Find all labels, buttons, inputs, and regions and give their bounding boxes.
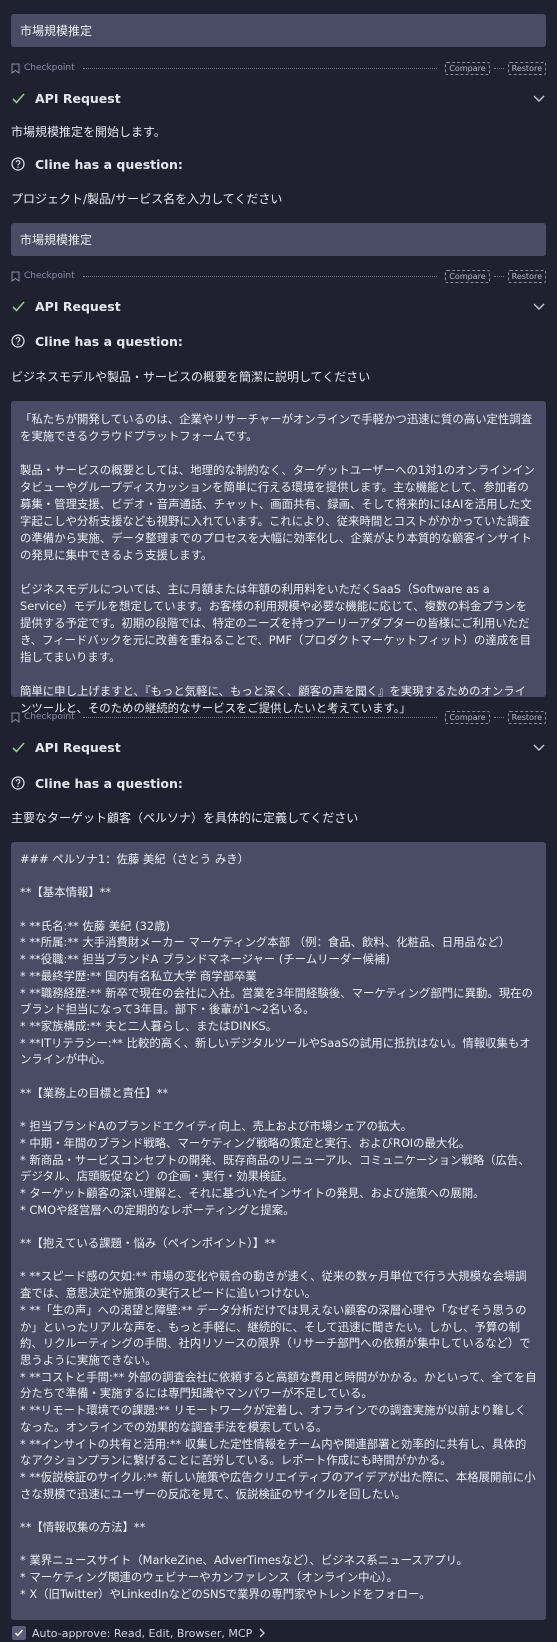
answer-line	[20, 868, 537, 885]
user-message: 市場規模推定	[11, 14, 546, 47]
bookmark-icon	[11, 63, 20, 74]
question-header: Cline has a question:	[11, 155, 546, 173]
question-icon	[11, 334, 25, 348]
restore-button[interactable]: Restore	[507, 61, 546, 75]
user-message-text: 市場規模推定	[20, 233, 93, 247]
answer-line	[20, 1102, 537, 1119]
answer-line: * **スピード感の欠如:** 市場の変化や競合の動きが速く、従来の数ヶ月単位で…	[20, 1269, 527, 1301]
checkpoint-row: Checkpoint Compare Restore	[11, 269, 546, 283]
question-text: 主要なターゲット顧客（ペルソナ）を具体的に定義してください	[11, 811, 359, 825]
answer-line: * **ITリテラシー:** 比較的高く、新しいデジタルツールやSaaSの試用に…	[20, 1035, 531, 1067]
checkpoint-divider	[493, 275, 504, 277]
answer-line: * **インサイトの共有と活用:** 収集した定性情報をチーム内や関連部署と効率…	[20, 1436, 527, 1468]
check-icon	[12, 741, 25, 753]
answer-line: * **所属:** 大手消費財メーカー マーケティング本部 （例：食品、飲料、化…	[20, 935, 511, 950]
checkpoint-row: Checkpoint Compare Restore	[11, 710, 546, 724]
auto-approve-checkbox[interactable]	[12, 1626, 26, 1640]
compare-button[interactable]: Compare	[445, 269, 490, 283]
checkpoint-divider	[493, 716, 504, 718]
api-request-row[interactable]: API Request	[11, 738, 546, 756]
answer-line: * CMOや経営層への定期的なレポーティングと提案。	[20, 1202, 295, 1217]
checkpoint-divider	[82, 275, 438, 277]
answer-line: **【業務上の目標と責任】**	[20, 1085, 169, 1100]
answer-line	[20, 1502, 537, 1519]
chevron-down-icon[interactable]	[532, 91, 546, 105]
question-text: プロジェクト/製品/サービス名を入力してください	[11, 192, 283, 206]
answer-line: * **役職:** 担当ブランドA ブランドマネージャー (チームリーダー候補)	[20, 952, 390, 967]
chevron-down-icon[interactable]	[532, 299, 546, 313]
compare-button[interactable]: Compare	[445, 710, 490, 724]
answer-line	[20, 901, 537, 918]
answer-line: * **「生の声」への渇望と障壁:** データ分析だけでは見えない顧客の深層心理…	[20, 1302, 531, 1367]
answer-line: **【情報収集の方法】**	[20, 1520, 146, 1535]
answer-line	[20, 1068, 537, 1085]
answer-line: * 業界ニュースサイト（MarkeZine、AdverTimesなど）、ビジネス…	[20, 1553, 468, 1568]
api-request-label: API Request	[35, 90, 121, 106]
answer-paragraph: ビジネスモデルについては、主に月額または年額の利用料をいただくSaaS（Soft…	[20, 582, 531, 664]
question-icon	[11, 776, 25, 790]
checkpoint-divider	[493, 67, 504, 69]
answer-line: ### ペルソナ1：佐藤 美紀（さとう みき）	[20, 852, 249, 866]
answer-line: * **氏名:** 佐藤 美紀 (32歳)	[20, 918, 170, 933]
answer-paragraph: 製品・サービスの概要としては、地理的な制約なく、ターゲットユーザーへの1対1のオ…	[20, 463, 535, 562]
bookmark-icon	[11, 271, 20, 282]
answer-line: * **職務経歴:** 新卒で現在の会社に入社。営業を3年間経験後、マーケティン…	[20, 985, 533, 1017]
restore-button[interactable]: Restore	[507, 710, 546, 724]
answer-line: * 中期・年間のブランド戦略、マーケティング戦略の策定と実行、およびROIの最大…	[20, 1135, 471, 1150]
auto-approve-bar[interactable]: Auto-approve: Read, Edit, Browser, MCP	[0, 1624, 557, 1642]
question-title: Cline has a question:	[35, 156, 183, 172]
restore-button[interactable]: Restore	[507, 269, 546, 283]
check-icon	[12, 92, 25, 104]
auto-approve-label: Auto-approve: Read, Edit, Browser, MCP	[32, 1626, 253, 1640]
check-icon	[12, 300, 25, 312]
checkpoint-label: Checkpoint	[24, 712, 75, 722]
api-request-row[interactable]: API Request	[11, 297, 546, 315]
api-request-label: API Request	[35, 739, 121, 755]
answer-line: * マーケティング関連のウェビナーやカンファレンス（オンライン中心）。	[20, 1570, 399, 1585]
answer-line: * X（旧Twitter）やLinkedInなどのSNSで業界の専門家やトレンド…	[20, 1586, 431, 1601]
user-answer: 「私たちが開発しているのは、企業やリサーチャーがオンラインで手軽かつ迅速に質の高…	[11, 401, 546, 715]
user-answer: ### ペルソナ1：佐藤 美紀（さとう みき） **【基本情報】** * **氏名:…	[11, 842, 546, 1620]
answer-line: * **最終学歴:** 国内有名私立大学 商学部卒業	[20, 968, 257, 983]
answer-line	[20, 1252, 537, 1269]
chevron-down-icon[interactable]	[532, 740, 546, 754]
question-header: Cline has a question:	[11, 774, 546, 792]
api-request-label: API Request	[35, 298, 121, 314]
checkpoint-row: Checkpoint Compare Restore	[11, 61, 546, 75]
answer-line: * **コストと手間:** 外部の調査会社に依頼すると高額な費用と時間がかかる。…	[20, 1369, 537, 1401]
question-icon	[11, 157, 25, 171]
api-request-row[interactable]: API Request	[11, 89, 546, 107]
question-title: Cline has a question:	[35, 775, 183, 791]
question-text: ビジネスモデルや製品・サービスの概要を簡潔に説明してください	[11, 370, 371, 384]
answer-line	[20, 1218, 537, 1235]
checkpoint-divider	[82, 67, 438, 69]
answer-line: * **家族構成:** 夫と二人暮らし、またはDINKS。	[20, 1019, 278, 1033]
answer-line: **【抱えている課題・悩み（ペインポイント）】**	[20, 1236, 276, 1251]
assistant-text: 市場規模推定を開始します。	[11, 125, 166, 139]
answer-line: * 担当ブランドAのブランドエクイティ向上、売上および市場シェアの拡大。	[20, 1119, 413, 1134]
answer-line: * **リモート環境での課題:** リモートワークが定着し、オフラインでの調査実…	[20, 1403, 527, 1434]
answer-line: * **仮説検証のサイクル:** 新しい施策や広告クリエイティブのアイデアが出た…	[20, 1469, 536, 1501]
answer-line: **【基本情報】**	[20, 885, 112, 900]
bookmark-icon	[11, 712, 20, 723]
user-message-text: 市場規模推定	[20, 24, 93, 38]
checkpoint-label: Checkpoint	[24, 63, 75, 73]
answer-line	[20, 1536, 537, 1553]
checkpoint-label: Checkpoint	[24, 271, 75, 281]
answer-line: * 新商品・サービスコンセプトの開発、既存商品のリニューアル、コミュニケーション…	[20, 1152, 530, 1184]
question-title: Cline has a question:	[35, 333, 183, 349]
answer-paragraph: 「私たちが開発しているのは、企業やリサーチャーがオンラインで手軽かつ迅速に質の高…	[20, 412, 533, 443]
answer-line: * ターゲット顧客の深い理解と、それに基づいたインサイトの発見、および施策への展…	[20, 1186, 485, 1200]
checkpoint-divider	[82, 716, 438, 718]
user-message: 市場規模推定	[11, 223, 546, 256]
compare-button[interactable]: Compare	[445, 61, 490, 75]
chevron-right-icon[interactable]	[258, 1628, 266, 1638]
check-icon	[15, 1629, 24, 1637]
question-header: Cline has a question:	[11, 332, 546, 350]
